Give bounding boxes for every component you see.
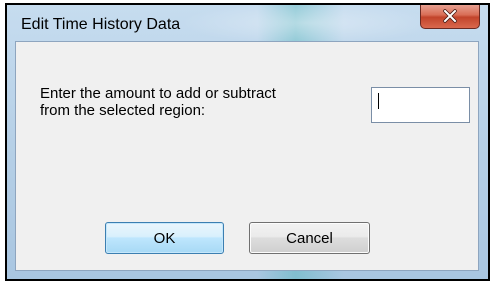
title-bar[interactable]: Edit Time History Data (7, 5, 488, 41)
close-button[interactable] (420, 5, 480, 29)
dialog-title: Edit Time History Data (21, 16, 181, 33)
ok-button[interactable]: OK (105, 222, 224, 254)
dialog-body: Enter the amount to add or subtract from… (15, 41, 479, 271)
cancel-button[interactable]: Cancel (249, 222, 370, 254)
edit-time-history-dialog: Edit Time History Data Enter the amount … (5, 3, 490, 281)
prompt-label: Enter the amount to add or subtract from… (40, 85, 276, 119)
text-caret (378, 93, 379, 109)
close-icon (443, 9, 457, 23)
amount-input[interactable] (371, 87, 470, 123)
